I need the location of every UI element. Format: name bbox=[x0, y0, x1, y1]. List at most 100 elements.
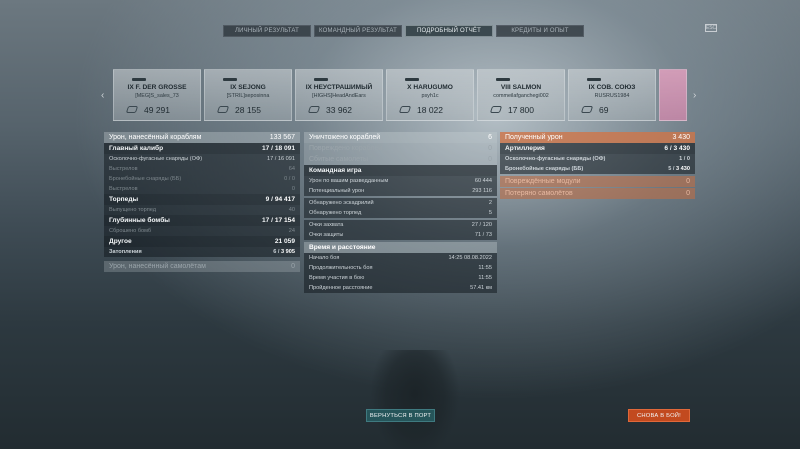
artillery-value: 6 / 3 430 bbox=[664, 145, 690, 152]
esc-icon[interactable]: ESC bbox=[705, 24, 717, 32]
damage-icon bbox=[489, 106, 503, 113]
ship-silhouette-icon bbox=[314, 78, 328, 81]
torpedoes-spotted-value: 5 bbox=[488, 210, 492, 216]
team-play-header: Командная игра bbox=[304, 165, 497, 176]
planes-lost-value: 0 bbox=[686, 190, 690, 197]
player-name: commeilafganchegi002 bbox=[493, 93, 549, 99]
planes-lost-label: Потеряно самолётов bbox=[505, 190, 573, 197]
defense-points-value: 71 / 73 bbox=[474, 232, 492, 238]
ship-name: IX НЕУСТРАШИМЫЙ bbox=[305, 84, 373, 91]
ship-silhouette-icon bbox=[223, 78, 237, 81]
depth-dropped-value: 24 bbox=[288, 228, 295, 234]
ship-card[interactable]: IX СОВ. СОЮЗ RUSRUS1984 69 bbox=[568, 69, 656, 121]
damage-icon bbox=[307, 106, 321, 113]
damage-value: 28 155 bbox=[235, 105, 261, 115]
ships-destroyed-label: Уничтожено кораблей bbox=[309, 134, 381, 141]
destroyed-ships-carousel: IX F. DER GROSSE [MEG]S_sales_73 49 291 … bbox=[113, 69, 690, 121]
spotting-damage-value: 60 444 bbox=[474, 178, 492, 184]
he-shells-row: Осколочно-фугасные снаряды (ОФ) 17 / 16 … bbox=[104, 154, 300, 164]
participation-time-row: Время участия в бою 11:55 bbox=[304, 273, 497, 283]
depth-charges-value: 17 / 17 154 bbox=[261, 217, 295, 224]
main-battery-label: Главный калибр bbox=[109, 145, 164, 152]
ap-shots-value: 0 bbox=[291, 186, 295, 192]
ship-silhouette-icon bbox=[132, 78, 146, 81]
tab-credits-xp[interactable]: КРЕДИТЫ И ОПЫТ bbox=[496, 25, 584, 37]
he-shots-row: Выстрелов 64 bbox=[104, 164, 300, 174]
he-shells-value: 17 / 16 091 bbox=[267, 156, 295, 162]
squadrons-spotted-row: Обнаружено эскадрилий 2 bbox=[304, 198, 497, 208]
damage-icon bbox=[125, 106, 139, 113]
ship-card[interactable]: VIII SALMON commeilafganchegi002 17 800 bbox=[477, 69, 565, 121]
time-distance-label: Время и расстояние bbox=[309, 244, 376, 251]
received-damage-value: 3 430 bbox=[672, 134, 690, 141]
other-label: Другое bbox=[109, 238, 132, 245]
battle-start-row: Начало боя 14:25 08.08.2022 bbox=[304, 253, 497, 263]
ap-received-label: Бронебойные снаряды (ББ) bbox=[505, 166, 584, 172]
damage-received-panel: Полученный урон 3 430 Артиллерия 6 / 3 4… bbox=[500, 132, 695, 199]
other-row: Другое 21 059 bbox=[104, 236, 300, 247]
main-battery-row: Главный калибр 17 / 18 091 bbox=[104, 143, 300, 154]
he-shells-label: Осколочно-фугасные снаряды (ОФ) bbox=[109, 156, 203, 162]
distance-label: Пройденное расстояние bbox=[309, 285, 373, 291]
planes-shot-label: Сбитые самолеты bbox=[309, 156, 368, 163]
flooding-damage: 3 905 bbox=[281, 249, 295, 255]
torpedoes-fired-value: 40 bbox=[288, 207, 295, 213]
distance-value: 57.41 км bbox=[470, 285, 492, 291]
tab-team-result[interactable]: КОМАНДНЫЙ РЕЗУЛЬТАТ bbox=[314, 25, 402, 37]
battle-start-label: Начало боя bbox=[309, 255, 340, 261]
torpedoes-row: Торпеды 9 / 94 417 bbox=[104, 194, 300, 205]
capture-points-label: Очки захвата bbox=[309, 222, 344, 228]
ship-silhouette-icon bbox=[405, 78, 419, 81]
planes-shot-value: 0 bbox=[488, 156, 492, 163]
aircraft-damage-label: Урон, нанесённый самолётам bbox=[109, 263, 206, 270]
ship-card[interactable]: IX SEJONG [STRIL]seposinna 28 155 bbox=[204, 69, 292, 121]
torpedoes-label: Торпеды bbox=[109, 196, 139, 203]
team-play-panel: Уничтожено кораблей 6 Повреждено корабле… bbox=[304, 132, 497, 293]
ship-card[interactable]: IX НЕУСТРАШИМЫЙ [HIGHS]HeadAndEars 33 96… bbox=[295, 69, 383, 121]
ship-card[interactable]: IX F. DER GROSSE [MEG]S_sales_73 49 291 bbox=[113, 69, 201, 121]
tab-personal-result[interactable]: ЛИЧНЫЙ РЕЗУЛЬТАТ bbox=[223, 25, 311, 37]
ap-shells-value: 0 / 0 bbox=[284, 176, 295, 182]
torpedoes-spotted-row: Обнаружено торпед 5 bbox=[304, 208, 497, 218]
flooding-label: Затопления bbox=[109, 249, 142, 255]
torpedoes-fired-row: Выпущено торпед 40 bbox=[104, 205, 300, 215]
torpedoes-spotted-label: Обнаружено торпед bbox=[309, 210, 362, 216]
squadrons-spotted-label: Обнаружено эскадрилий bbox=[309, 200, 374, 206]
participation-time-value: 11:55 bbox=[478, 275, 492, 281]
ship-name: IX СОВ. СОЮЗ bbox=[588, 84, 636, 91]
potential-damage-value: 293 116 bbox=[472, 188, 492, 194]
damage-dealt-total: 133 567 bbox=[269, 134, 295, 141]
damage-value: 18 022 bbox=[417, 105, 443, 115]
return-to-port-button[interactable]: ВЕРНУТЬСЯ В ПОРТ bbox=[366, 409, 435, 422]
he-shots-value: 64 bbox=[288, 166, 295, 172]
ship-silhouette-icon bbox=[496, 78, 510, 81]
depth-charges-row: Глубинные бомбы 17 / 17 154 bbox=[104, 215, 300, 226]
flooding-row: Затопления 6 / 3 905 bbox=[104, 247, 300, 257]
carousel-right-arrow-icon[interactable]: › bbox=[693, 90, 696, 101]
ship-name: VIII SALMON bbox=[500, 84, 542, 91]
capture-points-value: 27 / 120 bbox=[471, 222, 492, 228]
torpedoes-fired-label: Выпущено торпед bbox=[109, 207, 156, 213]
capture-points-row: Очки захвата 27 / 120 bbox=[304, 220, 497, 230]
battle-duration-label: Продолжительность боя bbox=[309, 265, 373, 271]
defense-points-label: Очки защиты bbox=[309, 232, 344, 238]
damage-value: 33 962 bbox=[326, 105, 352, 115]
tab-detailed-report[interactable]: ПОДРОБНЫЙ ОТЧЁТ bbox=[405, 25, 493, 37]
received-damage-row: Полученный урон 3 430 bbox=[500, 132, 695, 143]
ap-received-hits: 5 bbox=[668, 166, 672, 172]
ship-card-partial[interactable] bbox=[659, 69, 687, 121]
ap-shells-row: Бронебойные снаряды (ББ) 0 / 0 bbox=[104, 174, 300, 184]
ship-card[interactable]: X HARUGUMO psyh1c 18 022 bbox=[386, 69, 474, 121]
torpedoes-value: 9 / 94 417 bbox=[265, 196, 295, 203]
damage-dealt-header: Урон, нанесённый кораблям 133 567 bbox=[104, 132, 300, 143]
battle-duration-value: 11:55 bbox=[478, 265, 492, 271]
depth-charges-label: Глубинные бомбы bbox=[109, 217, 170, 224]
planes-lost-row: Потеряно самолётов 0 bbox=[500, 188, 695, 199]
damage-value: 69 bbox=[599, 105, 609, 115]
damaged-modules-label: Повреждённые модули bbox=[505, 178, 581, 185]
torpedoes-damage: 94 417 bbox=[274, 196, 295, 203]
battle-again-button[interactable]: СНОВА В БОЙ! bbox=[628, 409, 690, 422]
depth-dropped-row: Сброшено бомб 24 bbox=[104, 226, 300, 236]
time-distance-header: Время и расстояние bbox=[304, 242, 497, 253]
carousel-left-arrow-icon[interactable]: ‹ bbox=[101, 90, 104, 101]
